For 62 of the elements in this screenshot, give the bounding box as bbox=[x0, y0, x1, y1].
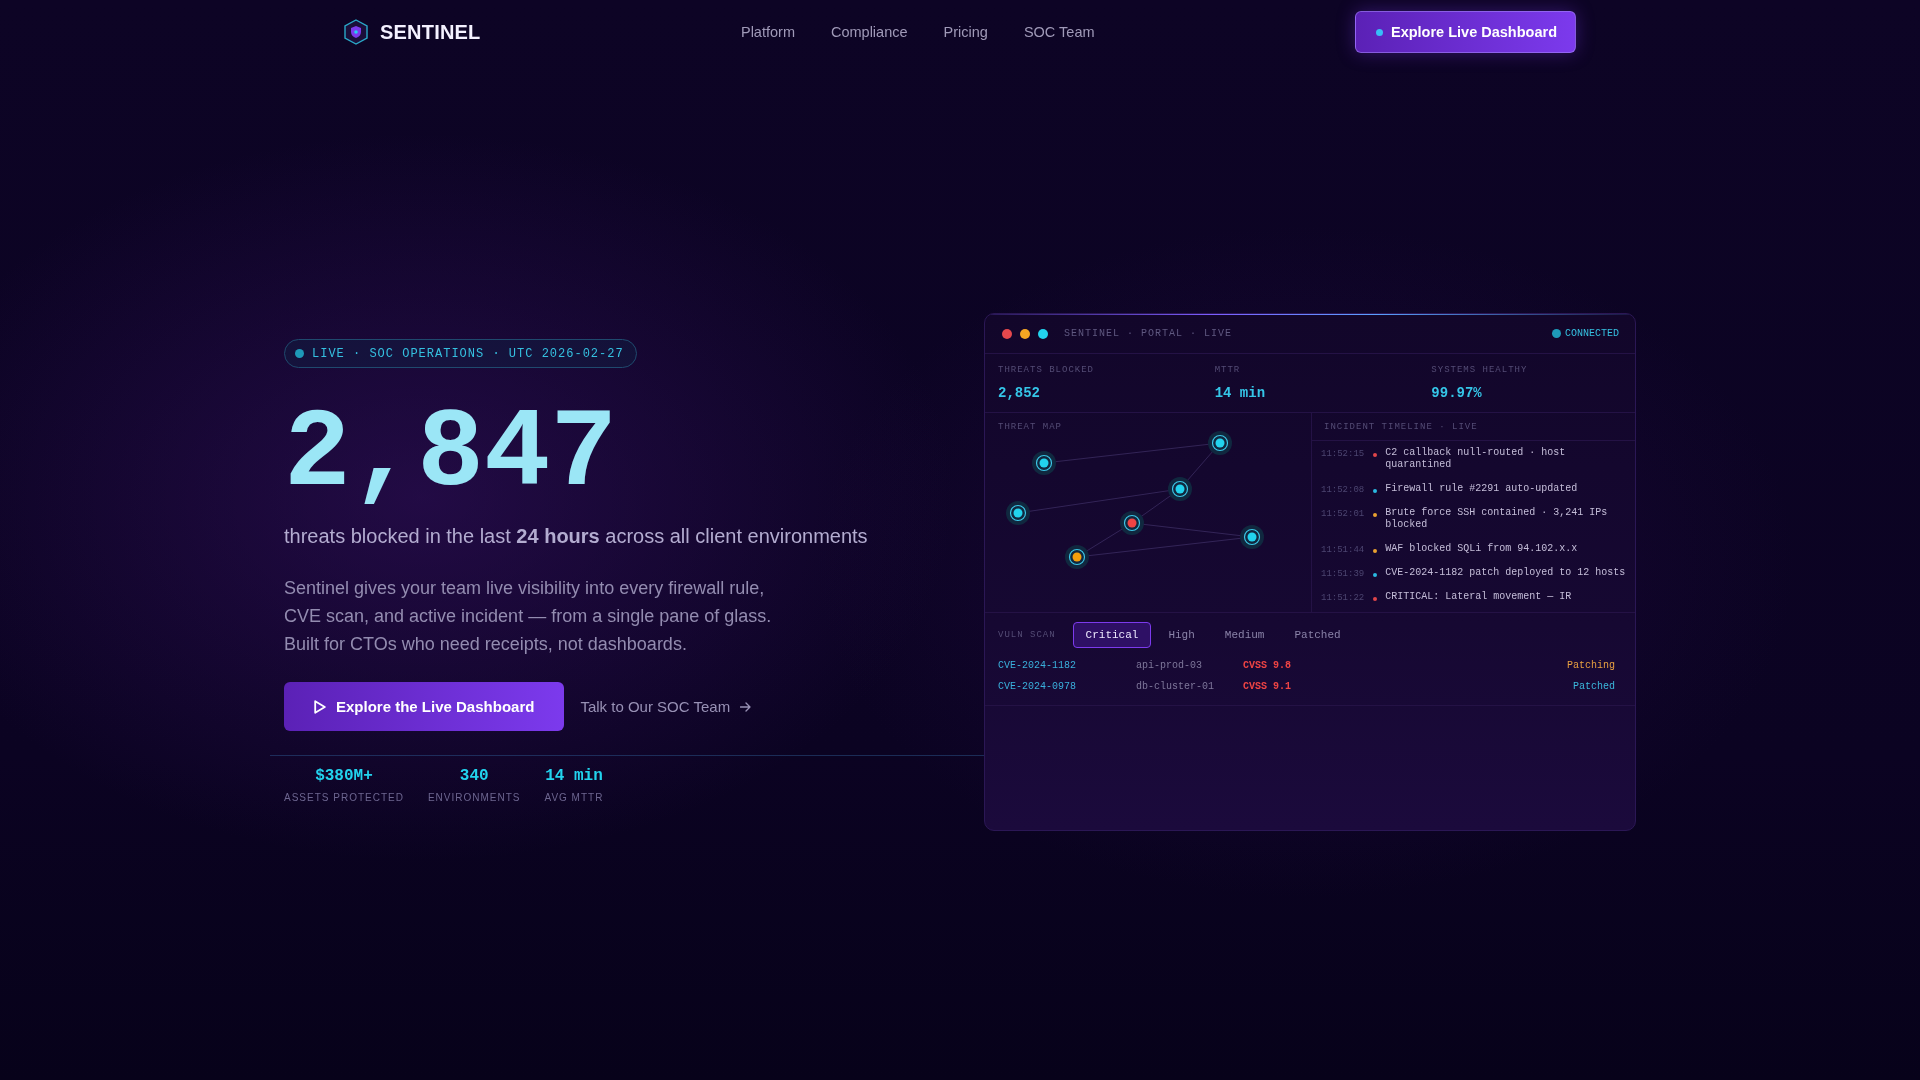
brand-name: SENTINEL bbox=[380, 20, 481, 44]
event-time: 11:52:08 bbox=[1321, 484, 1365, 496]
threat-count: 2,847 bbox=[284, 399, 618, 510]
window-dot-icon bbox=[1002, 328, 1012, 339]
portal-title: SENTINEL · PORTAL · LIVE bbox=[1064, 328, 1233, 339]
metric-value: 2,852 bbox=[998, 384, 1040, 402]
connection-status: CONNECTED bbox=[1565, 328, 1619, 339]
stat-label: ASSETS PROTECTED bbox=[284, 791, 404, 805]
explore-dashboard-button[interactable]: Explore the Live Dashboard bbox=[284, 682, 565, 731]
filter-tab[interactable]: High bbox=[1155, 622, 1208, 648]
section-label: VULN SCAN bbox=[998, 629, 1056, 641]
nav-link[interactable]: Compliance bbox=[830, 24, 908, 40]
section-label: INCIDENT TIMELINE · LIVE bbox=[1324, 421, 1478, 433]
cve-id: CVE-2024-0978 bbox=[998, 679, 1076, 694]
metric-label: MTTR bbox=[1214, 364, 1241, 376]
filter-tab[interactable]: Patched bbox=[1281, 622, 1354, 648]
hero-description: Sentinel gives your team live visibility into every firewall rule, CVE scan, and active incident — from a single pane of glass. Built for CTOs who need receipts, not dashboards. bbox=[284, 577, 773, 656]
stat-value: 340 bbox=[459, 766, 489, 786]
patch-status: Patched bbox=[1573, 679, 1615, 694]
stat-label: ENVIRONMENTS bbox=[427, 791, 521, 805]
metric-label: THREATS BLOCKED bbox=[998, 364, 1094, 376]
section-label: THREAT MAP bbox=[998, 421, 1062, 433]
nav-link[interactable]: Platform bbox=[740, 24, 795, 40]
stat-value: 14 min bbox=[545, 766, 603, 786]
event-text: WAF blocked SQLi from 94.102.x.x bbox=[1385, 542, 1579, 555]
metric-value: 99.97% bbox=[1431, 384, 1482, 402]
host-name: db-cluster-01 bbox=[1136, 679, 1214, 694]
stat-label: AVG MTTR bbox=[544, 791, 604, 805]
talk-to-team-link[interactable]: Talk to Our SOC Team bbox=[580, 698, 752, 715]
event-text: CVE-2024-1182 patch deployed to 12 hosts bbox=[1385, 566, 1627, 579]
event-text: Brute force SSH contained · 3,241 IPs blocked bbox=[1385, 506, 1609, 532]
event-text: Firewall rule #2291 auto-updated bbox=[1385, 482, 1579, 495]
status-dot-icon bbox=[295, 349, 304, 358]
window-dot-icon bbox=[1038, 328, 1048, 339]
nav-link[interactable]: Pricing bbox=[943, 24, 988, 40]
dot-icon bbox=[1376, 28, 1383, 36]
status-dot-icon bbox=[1552, 329, 1561, 338]
cvss-score: CVSS 9.1 bbox=[1243, 679, 1291, 694]
host-name: api-prod-03 bbox=[1136, 658, 1202, 673]
event-time: 11:52:01 bbox=[1321, 508, 1365, 520]
cvss-score: CVSS 9.8 bbox=[1243, 658, 1291, 673]
explore-dashboard-button[interactable]: Explore Live Dashboard bbox=[1355, 11, 1576, 53]
event-time: 11:51:39 bbox=[1321, 568, 1365, 580]
metric-label: SYSTEMS HEALTHY bbox=[1431, 364, 1528, 376]
event-text: C2 callback null-routed · host quarantined bbox=[1385, 446, 1567, 472]
arrow-right-icon bbox=[740, 701, 752, 712]
event-time: 11:52:15 bbox=[1321, 448, 1365, 460]
hero-subtitle: threats blocked in the last 24 hours across all client environments bbox=[284, 524, 868, 549]
hexagon-shield-icon bbox=[344, 19, 368, 45]
event-text: CRITICAL: Lateral movement — IR bbox=[1385, 590, 1573, 603]
event-time: 11:51:22 bbox=[1321, 592, 1365, 604]
event-time: 11:51:44 bbox=[1321, 544, 1365, 556]
metric-value: 14 min bbox=[1214, 384, 1266, 402]
filter-tab[interactable]: Medium bbox=[1211, 622, 1278, 648]
nav-link[interactable]: SOC Team bbox=[1023, 24, 1095, 40]
stat-value: $380M+ bbox=[315, 766, 373, 786]
window-dot-icon bbox=[1020, 328, 1030, 339]
badge-text: LIVE · SOC OPERATIONS · UTC 2026-02-27 bbox=[312, 346, 624, 361]
filter-tab[interactable]: Critical bbox=[1072, 622, 1152, 648]
patch-status: Patching bbox=[1567, 658, 1615, 673]
cve-id: CVE-2024-1182 bbox=[998, 658, 1076, 673]
play-icon bbox=[314, 699, 326, 714]
